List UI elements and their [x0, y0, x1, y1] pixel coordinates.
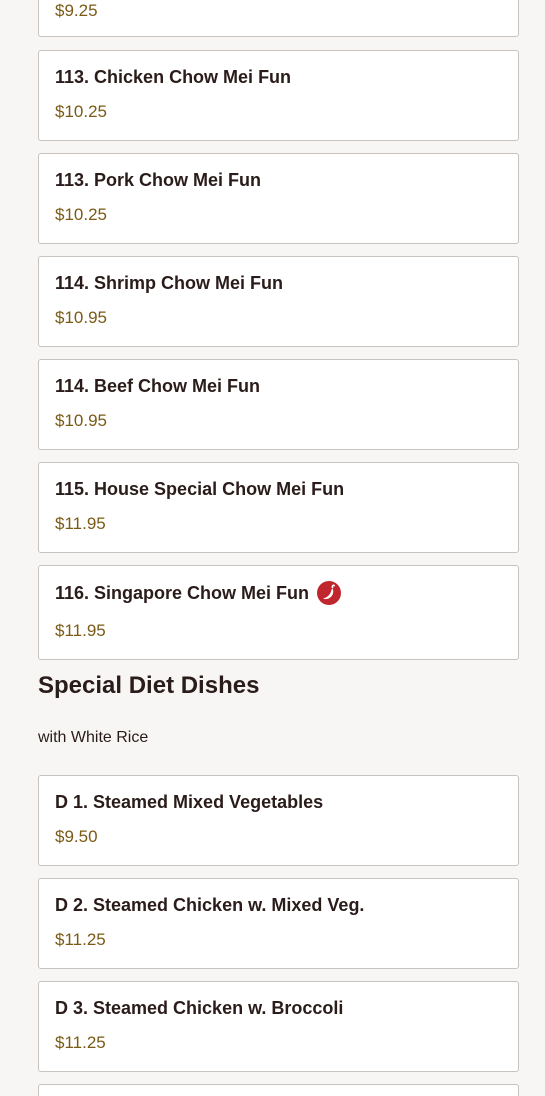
item-price: $10.95	[55, 308, 107, 327]
item-name: 116. Singapore Chow Mei Fun	[55, 582, 310, 603]
item-price: $11.25	[55, 930, 106, 949]
item-price: $11.25	[55, 1033, 106, 1052]
menu-item-card[interactable]: 116. Singapore Chow Mei Fun $11.95	[38, 565, 519, 660]
item-name-row: 116. Singapore Chow Mei Fun	[55, 581, 342, 605]
menu-page: $9.25 113. Chicken Chow Mei Fun $10.25 1…	[0, 0, 545, 1096]
menu-item-card[interactable]: 114. Beef Chow Mei Fun $10.95	[38, 359, 519, 450]
item-price: $11.95	[55, 621, 106, 640]
chili-pepper-icon	[317, 581, 342, 605]
menu-item-card[interactable]: 113. Pork Chow Mei Fun $10.25	[38, 153, 519, 244]
menu-item-card[interactable]: D 2. Steamed Chicken w. Mixed Veg. $11.2…	[38, 878, 519, 969]
menu-item-card[interactable]: D 3. Steamed Chicken w. Broccoli $11.25	[38, 981, 519, 1072]
item-name: D 1. Steamed Mixed Vegetables	[55, 792, 324, 812]
item-price: $10.25	[55, 205, 107, 224]
menu-item-card[interactable]: D 1. Steamed Mixed Vegetables $9.50	[38, 775, 519, 866]
item-name: 113. Chicken Chow Mei Fun	[55, 67, 292, 87]
section-description: with White Rice	[38, 729, 149, 746]
item-name: 114. Beef Chow Mei Fun	[55, 376, 261, 396]
item-price: $10.25	[55, 102, 107, 121]
menu-item-card[interactable]	[38, 1084, 519, 1096]
item-name: D 3. Steamed Chicken w. Broccoli	[55, 998, 344, 1018]
section-title: Special Diet Dishes	[38, 672, 260, 699]
menu-item-card[interactable]: $9.25	[38, 0, 519, 37]
item-price: $11.95	[55, 514, 106, 533]
item-price: $9.50	[55, 827, 98, 846]
item-name: 114. Shrimp Chow Mei Fun	[55, 273, 284, 293]
menu-item-card[interactable]: 113. Chicken Chow Mei Fun $10.25	[38, 50, 519, 141]
menu-item-card[interactable]: 115. House Special Chow Mei Fun $11.95	[38, 462, 519, 553]
menu-item-card[interactable]: 114. Shrimp Chow Mei Fun $10.95	[38, 256, 519, 347]
item-price: $10.95	[55, 411, 107, 430]
item-price: $9.25	[55, 1, 98, 20]
item-name: 115. House Special Chow Mei Fun	[55, 479, 345, 499]
item-name: 113. Pork Chow Mei Fun	[55, 170, 262, 190]
item-name: D 2. Steamed Chicken w. Mixed Veg.	[55, 895, 365, 915]
